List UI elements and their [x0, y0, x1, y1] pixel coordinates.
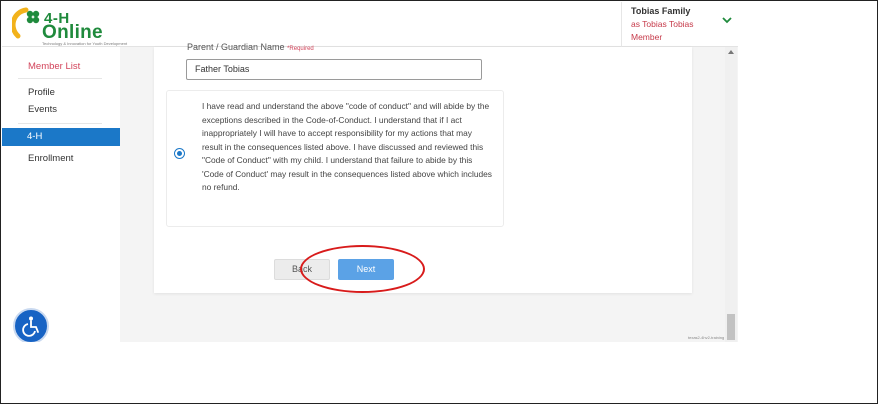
right-blank-area: [738, 2, 877, 342]
sidebar-divider: [18, 78, 102, 79]
agreement-radio[interactable]: [174, 148, 185, 159]
4h-online-logo[interactable]: 4-H Online Technology & Innovation for Y…: [12, 6, 127, 46]
agreement-text: I have read and understand the above "co…: [202, 101, 492, 192]
build-tag: texas2-4hv2-training: [688, 335, 725, 340]
guardian-label-text: Parent / Guardian Name: [187, 42, 285, 52]
sidebar-item-label: 4-H: [27, 131, 43, 142]
account-switcher[interactable]: Tobias Family as Tobias Tobias Member: [621, 2, 740, 47]
sidebar-item-enrollment[interactable]: Enrollment: [28, 153, 73, 164]
guardian-name-field[interactable]: Father Tobias: [186, 59, 482, 80]
sidebar-divider: [18, 123, 102, 124]
sidebar-item-events[interactable]: Events: [28, 104, 57, 115]
required-marker: *Required: [287, 46, 314, 52]
chevron-down-icon[interactable]: [722, 16, 732, 24]
guardian-name-label: Parent / Guardian Name *Required: [187, 42, 314, 52]
logo-tagline: Technology & Innovation for Youth Develo…: [42, 41, 128, 46]
sidebar-item-member-list[interactable]: Member List: [28, 61, 80, 72]
scroll-thumb[interactable]: [727, 314, 735, 340]
next-highlight-annotation: [300, 245, 425, 293]
sidebar-item-4h[interactable]: 4-H: [2, 128, 120, 146]
sidebar-item-profile[interactable]: Profile: [28, 87, 55, 98]
code-of-conduct-card: Parent / Guardian Name *Required Father …: [154, 42, 692, 293]
page-scrollbar[interactable]: [725, 47, 737, 342]
wheelchair-icon: [22, 316, 39, 337]
user-role: Member: [631, 32, 663, 42]
scroll-up-arrow-icon[interactable]: [728, 50, 734, 54]
app-screen: 4-H Online Technology & Innovation for Y…: [2, 2, 877, 342]
page-frame: 4-H Online Technology & Innovation for Y…: [0, 0, 878, 404]
accessibility-button[interactable]: [13, 308, 49, 342]
sidebar: Member List Profile Events 4-H Enrollmen…: [2, 47, 120, 342]
clover-icon: [12, 7, 40, 39]
